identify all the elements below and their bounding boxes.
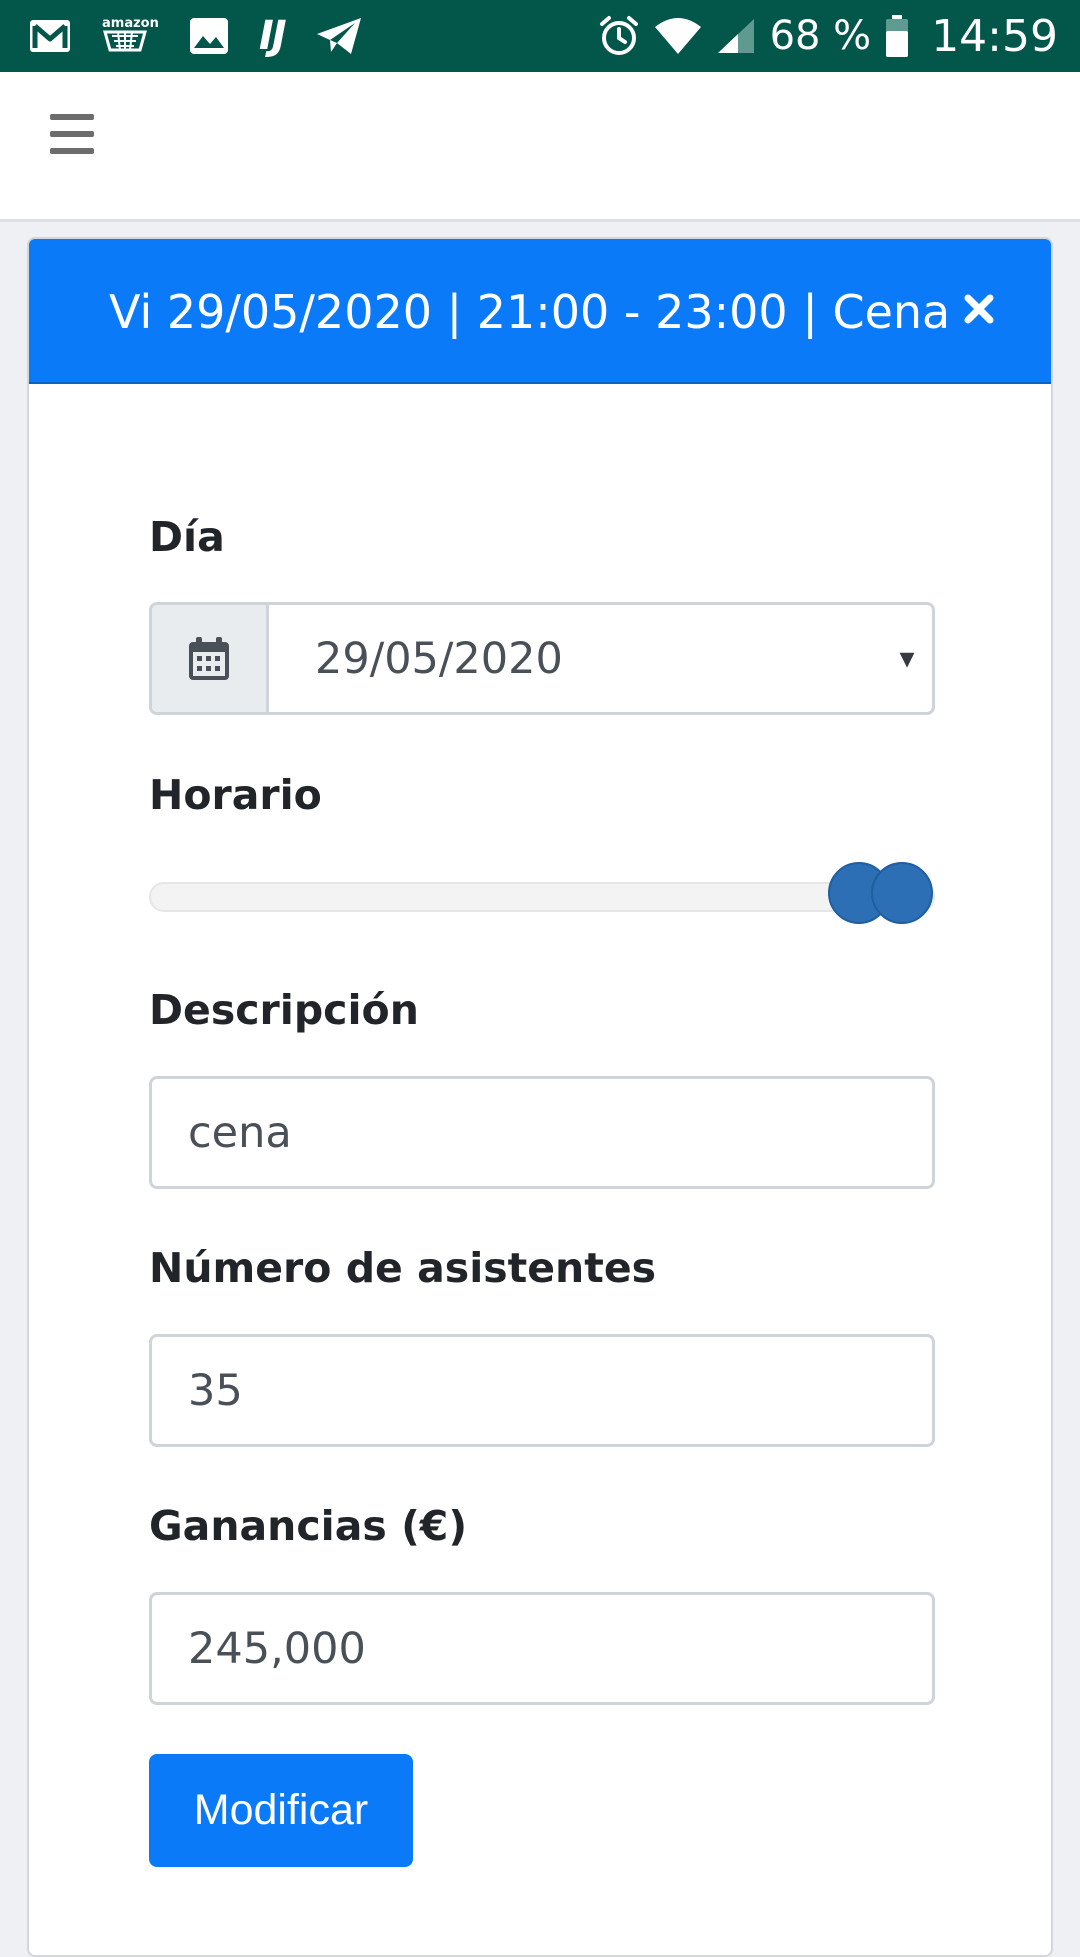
earnings-input[interactable]: 245,000 [149,1592,935,1705]
day-label: Día [149,513,225,561]
modal-header: Vi 29/05/2020 | 21:00 - 23:00 | Cena [29,239,1051,384]
attendees-input[interactable]: 35 [149,1334,935,1447]
date-value[interactable]: 29/05/2020 [269,605,882,712]
description-label: Descripción [149,986,419,1034]
hamburger-menu-icon[interactable] [50,114,94,154]
intellij-icon: IJ [258,0,287,72]
calendar-icon[interactable] [152,605,269,712]
schedule-range-slider[interactable] [149,862,935,924]
edit-event-modal: Vi 29/05/2020 | 21:00 - 23:00 | Cena Día [27,237,1053,1957]
telegram-icon [315,0,363,72]
amazon-icon: amazon [102,0,159,72]
alarm-icon [598,0,640,72]
close-icon[interactable] [959,289,999,329]
signal-icon [716,0,756,72]
battery-icon [885,0,909,72]
gallery-icon [189,0,229,72]
wifi-icon [654,0,702,72]
attendees-label: Número de asistentes [149,1244,657,1292]
intellij-label: IJ [258,13,287,59]
system-icons: 68 % 14:59 [598,0,1058,72]
slider-end-handle[interactable] [871,862,933,924]
schedule-label: Horario [149,771,322,819]
earnings-label: Ganancias (€) [149,1502,468,1550]
notification-icons: amazon IJ [28,0,363,72]
gmail-icon [28,0,72,72]
modal-title: Vi 29/05/2020 | 21:00 - 23:00 | Cena [109,284,951,339]
top-navbar [0,72,1080,222]
status-bar: amazon IJ 68 % 14:59 [0,0,1080,72]
modify-button[interactable]: Modificar [149,1754,413,1867]
amazon-label: amazon [102,15,159,31]
description-input[interactable]: cena [149,1076,935,1189]
battery-percent: 68 % [769,13,872,59]
chevron-down-icon[interactable]: ▾ [882,605,932,712]
date-picker[interactable]: 29/05/2020 ▾ [149,602,935,715]
clock-time: 14:59 [931,10,1058,62]
